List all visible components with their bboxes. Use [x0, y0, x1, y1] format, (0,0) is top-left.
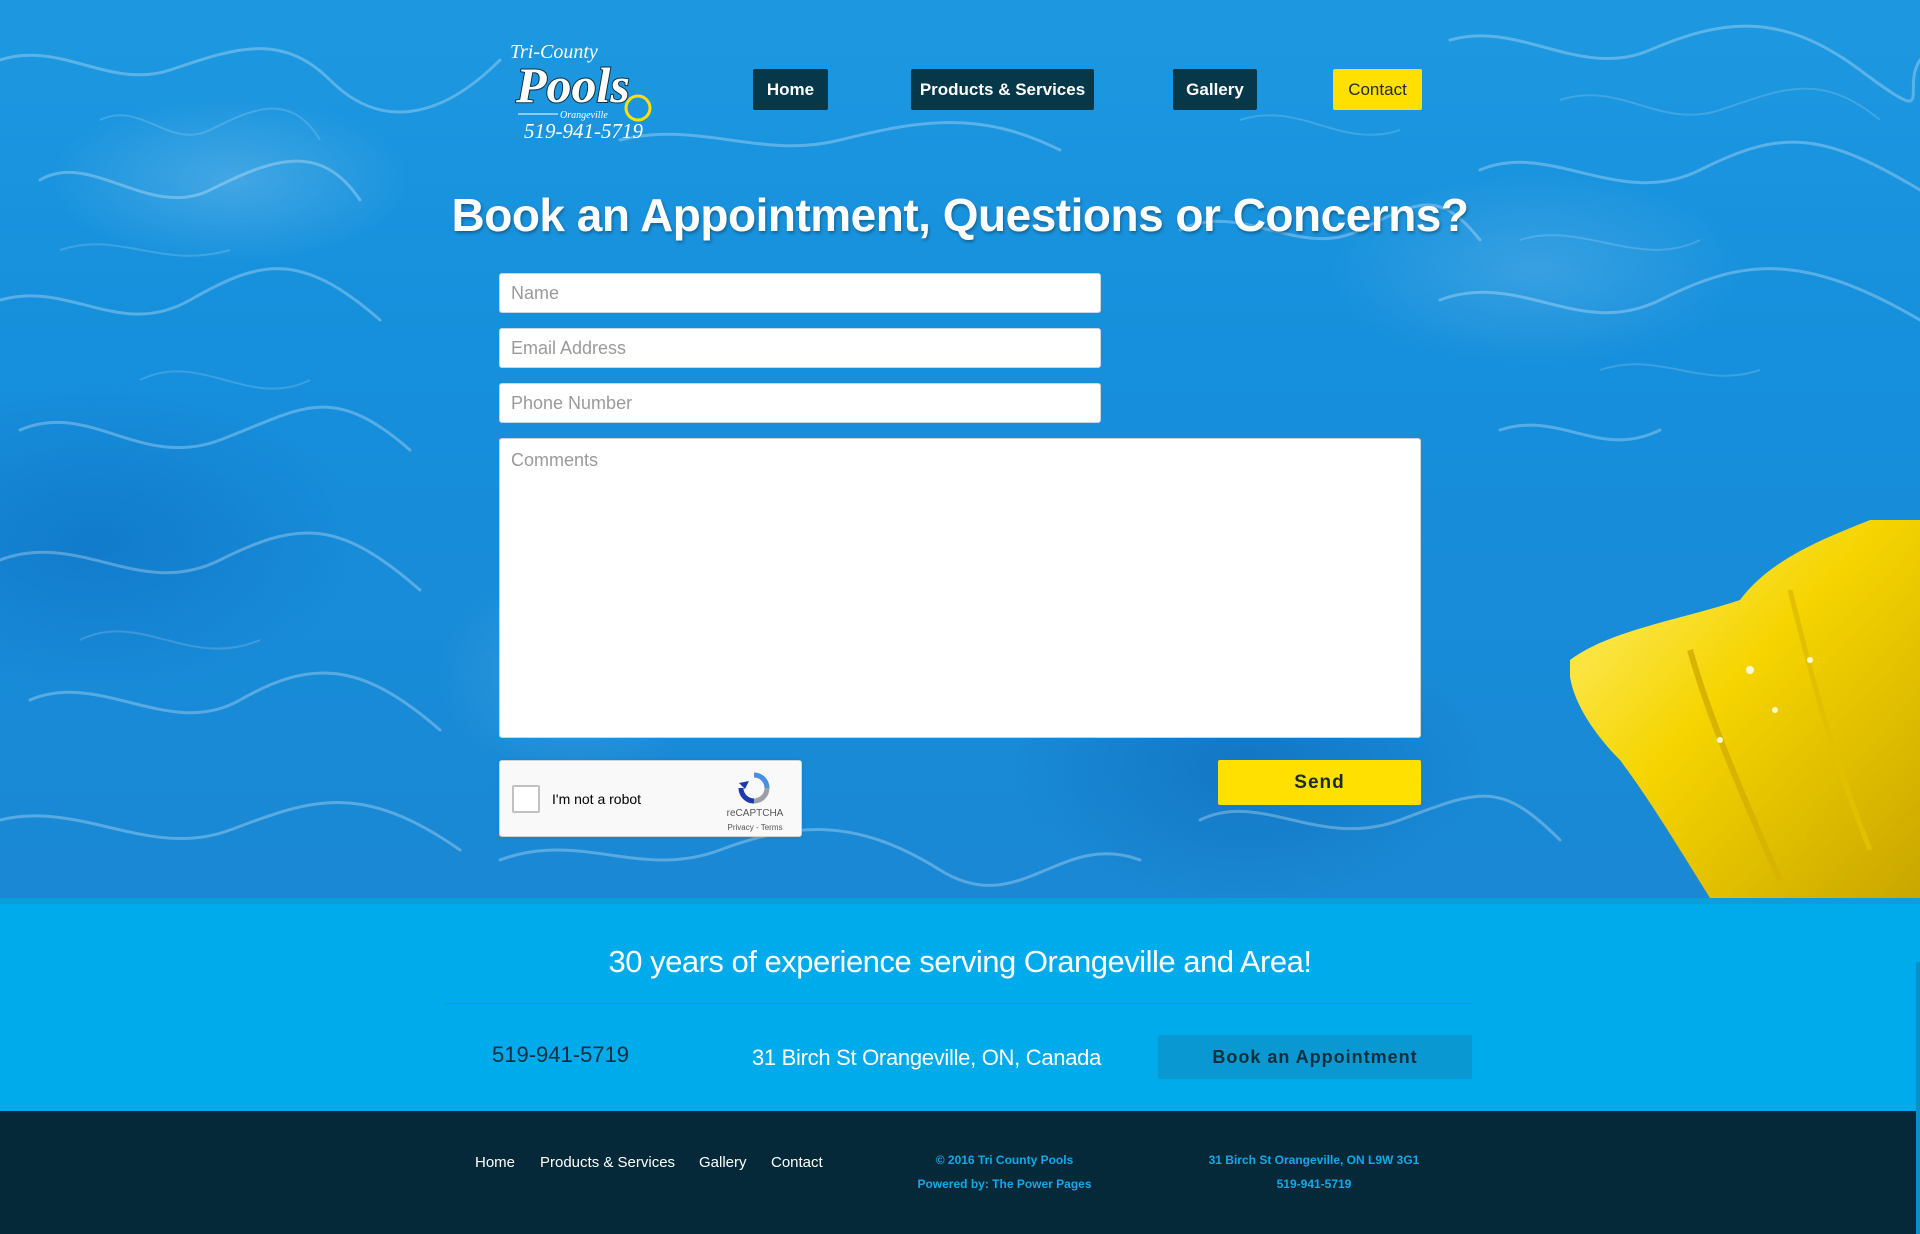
footer: Home Products & Services Gallery Contact… — [0, 1111, 1920, 1234]
nav-home[interactable]: Home — [753, 69, 828, 110]
comments-textarea[interactable] — [499, 438, 1421, 738]
nav-contact[interactable]: Contact — [1333, 69, 1422, 110]
name-input[interactable] — [499, 273, 1101, 313]
logo-graphic: Tri-County Pools Orangeville 519-941-571… — [510, 41, 652, 143]
footer-phone[interactable]: 519-941-5719 — [1194, 1177, 1434, 1191]
phone-input[interactable] — [499, 383, 1101, 423]
footer-link-products-services[interactable]: Products & Services — [540, 1154, 675, 1171]
svg-text:Pools: Pools — [515, 57, 630, 113]
pool-float-image — [1570, 520, 1920, 898]
footer-powered-by[interactable]: Powered by: The Power Pages — [917, 1177, 1092, 1191]
info-divider — [446, 1003, 1472, 1004]
svg-text:519-941-5719: 519-941-5719 — [524, 119, 643, 143]
info-band: 30 years of experience serving Orangevil… — [0, 898, 1920, 1117]
recaptcha-brand: reCAPTCHA — [726, 808, 784, 819]
send-button[interactable]: Send — [1218, 760, 1421, 805]
footer-link-gallery[interactable]: Gallery — [699, 1154, 747, 1171]
footer-address: 31 Birch St Orangeville, ON L9W 3G1 — [1208, 1153, 1420, 1167]
info-phone[interactable]: 519-941-5719 — [492, 1042, 629, 1068]
experience-tagline: 30 years of experience serving Orangevil… — [608, 944, 1312, 979]
site-logo[interactable]: Tri-County Pools Orangeville 519-941-571… — [500, 34, 660, 146]
email-input[interactable] — [499, 328, 1101, 368]
form-title: Book an Appointment, Questions or Concer… — [451, 189, 1469, 241]
footer-copyright: © 2016 Tri County Pools — [935, 1153, 1074, 1167]
scrollbar-track[interactable] — [1916, 962, 1920, 1117]
recaptcha-label: I'm not a robot — [552, 791, 642, 807]
recaptcha-widget: I'm not a robot reCAPTCHA Privacy - Term… — [499, 760, 802, 837]
info-address: 31 Birch St Orangeville, ON, Canada — [752, 1045, 1102, 1070]
recaptcha-privacy-terms[interactable]: Privacy - Terms — [710, 823, 800, 832]
book-appointment-button[interactable]: Book an Appointment — [1158, 1035, 1472, 1079]
scrollbar-thumb[interactable] — [1916, 1111, 1920, 1234]
recaptcha-checkbox[interactable] — [512, 785, 540, 813]
footer-link-contact[interactable]: Contact — [771, 1154, 823, 1171]
hero-section: Tri-County Pools Orangeville 519-941-571… — [0, 0, 1920, 898]
nav-products-services[interactable]: Products & Services — [911, 69, 1094, 110]
recaptcha-icon — [738, 772, 770, 804]
nav-gallery[interactable]: Gallery — [1173, 69, 1257, 110]
footer-link-home[interactable]: Home — [475, 1154, 515, 1171]
